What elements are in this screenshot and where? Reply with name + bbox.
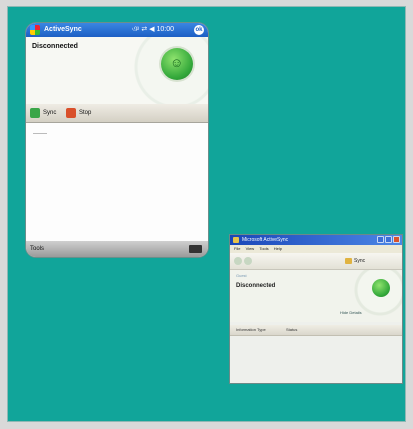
stop-button[interactable]: Stop xyxy=(66,107,91,119)
pocket-pc-menu-bar: Tools xyxy=(26,241,208,257)
pocket-pc-app-title: ActiveSync xyxy=(44,26,82,33)
teal-backdrop: ActiveSync ঞ ⇄ ◀ 10:00 ok Disconnected S… xyxy=(7,6,406,422)
content-divider xyxy=(33,133,47,134)
sync-status-icon xyxy=(161,48,193,80)
pocket-pc-content-area xyxy=(26,123,208,241)
menu-bar: File View Tools Help xyxy=(230,245,402,253)
app-icon xyxy=(233,237,239,243)
guest-label: Guest xyxy=(236,273,247,278)
list-header: Information Type Status xyxy=(230,325,402,336)
desktop-banner: Guest Disconnected Hide Details xyxy=(230,270,402,322)
window-toolbar: Sync xyxy=(230,253,402,270)
minimize-icon[interactable] xyxy=(377,236,384,243)
desktop-sync-button[interactable]: Sync xyxy=(345,257,365,265)
status-icons[interactable]: ঞ ⇄ ◀ 10:00 xyxy=(132,23,174,37)
column-status[interactable]: Status xyxy=(286,325,297,335)
desktop-sync-status-icon xyxy=(372,279,390,297)
menu-file[interactable]: File xyxy=(234,246,240,251)
maximize-icon[interactable] xyxy=(385,236,392,243)
back-icon[interactable] xyxy=(234,257,242,265)
menu-view[interactable]: View xyxy=(246,246,255,251)
sync-icon xyxy=(30,108,40,118)
windows-start-icon[interactable] xyxy=(30,25,40,35)
keyboard-icon[interactable] xyxy=(189,245,202,253)
stop-icon xyxy=(66,108,76,118)
stop-button-label: Stop xyxy=(79,110,92,116)
sync-button-label: Sync xyxy=(43,110,57,116)
window-title-bar: Microsoft ActiveSync xyxy=(230,235,402,245)
connection-status: Disconnected xyxy=(32,43,78,50)
menu-help[interactable]: Help xyxy=(274,246,282,251)
forward-icon[interactable] xyxy=(244,257,252,265)
sync-items-list xyxy=(230,336,402,383)
desktop-activesync-window: Microsoft ActiveSync File View Tools Hel… xyxy=(230,235,402,383)
tools-menu[interactable]: Tools xyxy=(30,241,44,257)
column-information-type[interactable]: Information Type xyxy=(236,325,266,335)
pocket-pc-banner: Disconnected xyxy=(26,37,208,104)
window-title: Microsoft ActiveSync xyxy=(242,237,289,243)
close-icon[interactable] xyxy=(393,236,400,243)
menu-tools[interactable]: Tools xyxy=(259,246,268,251)
ok-button[interactable]: ok xyxy=(194,25,204,35)
desktop-connection-status: Disconnected xyxy=(236,283,276,289)
sync-button[interactable]: Sync xyxy=(30,107,56,119)
pocket-pc-screen: ActiveSync ঞ ⇄ ◀ 10:00 ok Disconnected S… xyxy=(26,23,208,257)
pocket-pc-title-bar: ActiveSync ঞ ⇄ ◀ 10:00 ok xyxy=(26,23,208,37)
hide-details-link[interactable]: Hide Details xyxy=(340,310,362,315)
pocket-pc-toolbar: Sync Stop xyxy=(26,104,208,123)
